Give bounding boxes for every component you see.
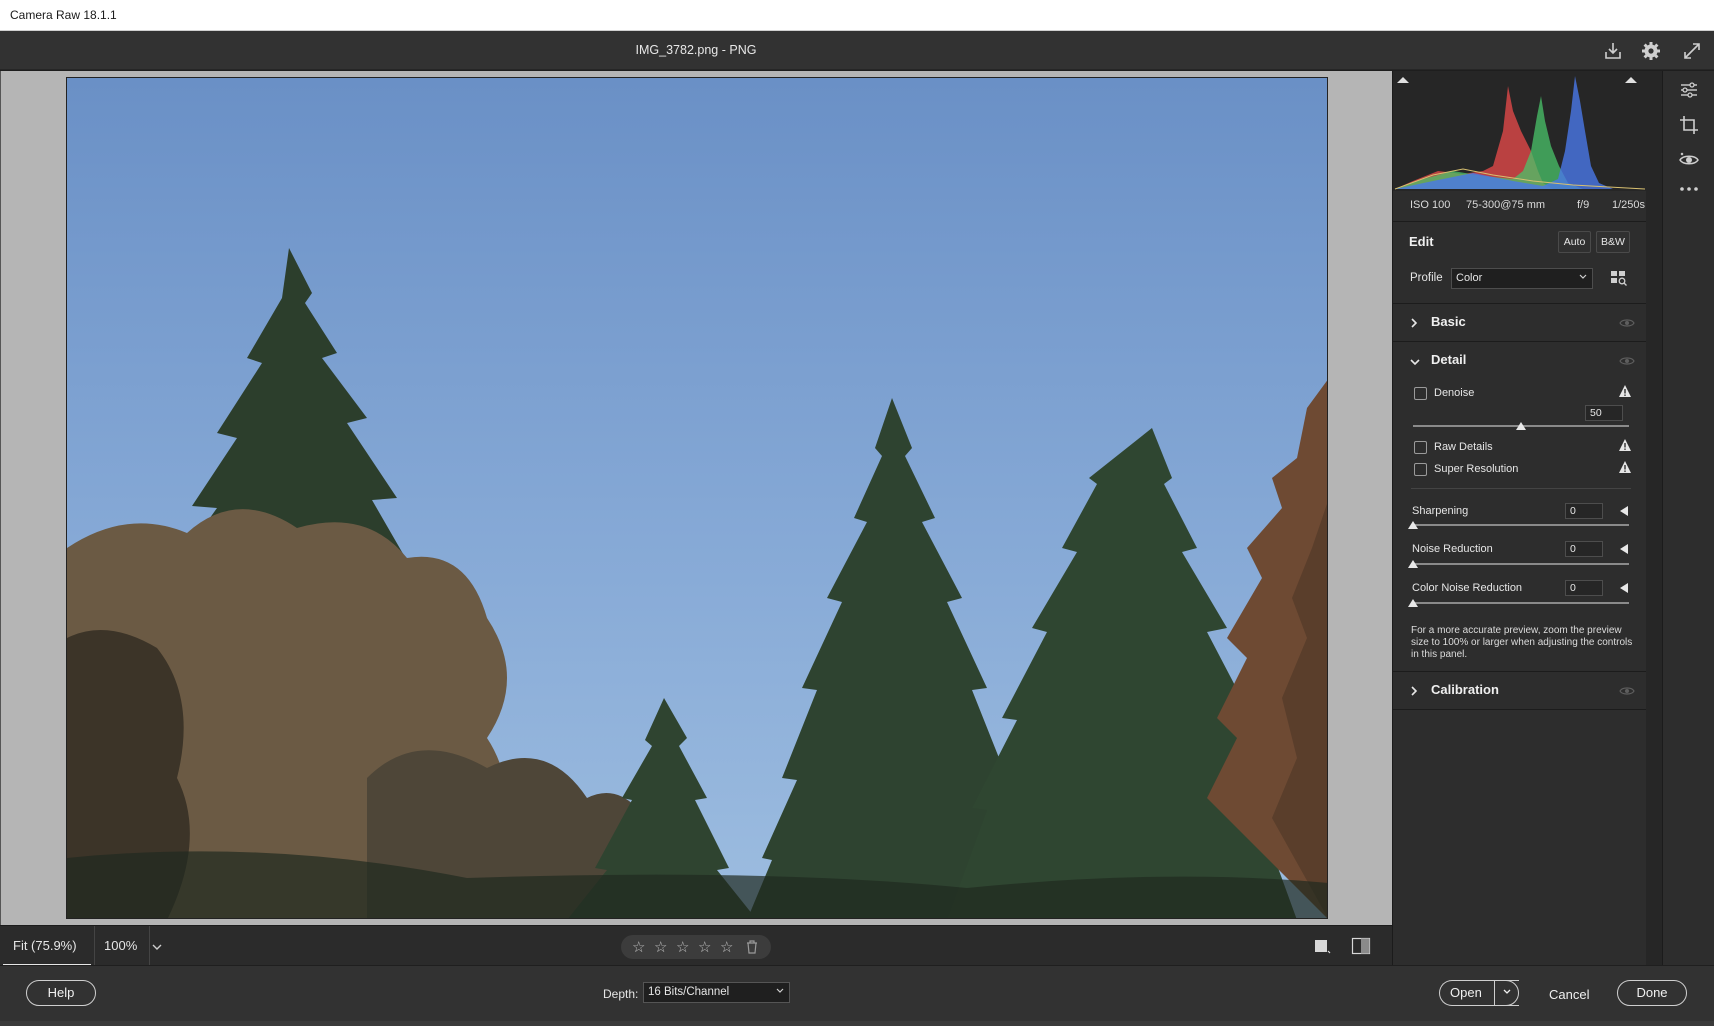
depth-label: Depth: (603, 987, 639, 1001)
window-title: Camera Raw 18.1.1 (10, 8, 117, 22)
camera-raw-window: Camera Raw 18.1.1 IMG_3782.png - PNG Fit… (0, 0, 1714, 1026)
star-3-icon[interactable]: ☆ (676, 938, 689, 956)
shutter-value: 1/250s (1612, 199, 1646, 211)
taskbar-strip (0, 1021, 1714, 1026)
more-icon[interactable] (1677, 177, 1701, 201)
save-image-icon[interactable] (1601, 39, 1625, 63)
edit-title: Edit (1409, 234, 1434, 249)
profile-browser-icon[interactable] (1610, 269, 1628, 287)
chevron-down-icon (1409, 354, 1421, 372)
bw-button[interactable]: B&W (1596, 231, 1630, 253)
chevron-down-icon (1503, 989, 1510, 994)
chevron-down-icon (775, 986, 785, 999)
star-5-icon[interactable]: ☆ (720, 938, 733, 956)
panel-scrollbar[interactable] (1646, 71, 1662, 965)
sharpening-value-input[interactable]: 0 (1565, 503, 1603, 519)
fullscreen-icon[interactable] (1680, 39, 1704, 63)
cancel-button[interactable]: Cancel (1549, 987, 1589, 1002)
sharpening-reset-icon[interactable] (1620, 506, 1628, 516)
settings-gear-icon[interactable] (1639, 39, 1663, 63)
noise-reduction-label: Noise Reduction (1412, 543, 1493, 555)
cycle-view-icon[interactable] (1313, 937, 1331, 960)
view-toolbar: Fit (75.9%) 100% ☆ ☆ ☆ ☆ ☆ (0, 925, 1392, 966)
chevron-right-icon (1409, 684, 1419, 702)
aperture-value: f/9 (1577, 199, 1590, 211)
noise-reduction-value-input[interactable]: 0 (1565, 541, 1603, 557)
noise-reduction-reset-icon[interactable] (1620, 544, 1628, 554)
color-noise-reduction-label: Color Noise Reduction (1412, 582, 1523, 594)
depth-value: 16 Bits/Channel (648, 986, 730, 998)
star-rating: ☆ ☆ ☆ ☆ ☆ (621, 935, 771, 959)
super-resolution-label: Super Resolution (1434, 463, 1519, 475)
tool-strip (1662, 71, 1714, 965)
auto-button[interactable]: Auto (1558, 231, 1591, 253)
divider (1411, 488, 1631, 489)
denoise-checkbox[interactable] (1414, 387, 1427, 400)
edit-panel: ISO 100 75-300@75 mm f/9 1/250s Edit Aut… (1392, 71, 1647, 965)
star-1-icon[interactable]: ☆ (632, 938, 645, 956)
image-canvas (0, 71, 1392, 925)
sharpening-slider-track[interactable] (1413, 524, 1629, 526)
denoise-label: Denoise (1434, 387, 1475, 399)
color-noise-reduction-slider-thumb[interactable] (1408, 599, 1418, 607)
basic-panel-header[interactable]: Basic (1393, 304, 1647, 340)
divider (1393, 221, 1647, 222)
raw-details-checkbox[interactable] (1414, 441, 1427, 454)
warning-icon[interactable] (1618, 460, 1632, 479)
calibration-visibility-icon[interactable] (1619, 684, 1635, 702)
sharpening-label: Sharpening (1412, 505, 1469, 517)
delete-icon[interactable] (745, 939, 759, 959)
star-4-icon[interactable]: ☆ (698, 938, 711, 956)
crop-icon[interactable] (1677, 113, 1701, 137)
camera-info: ISO 100 75-300@75 mm f/9 1/250s (1393, 191, 1647, 219)
open-options-dropdown[interactable] (1494, 980, 1519, 1006)
noise-reduction-slider-thumb[interactable] (1408, 560, 1418, 568)
done-button[interactable]: Done (1617, 980, 1687, 1006)
photo-image (67, 78, 1327, 918)
detail-visibility-icon[interactable] (1619, 354, 1635, 372)
detail-panel-header[interactable]: Detail (1393, 342, 1647, 378)
footer-bar: Help Depth: 16 Bits/Channel Open Cancel … (0, 965, 1714, 1026)
chevron-right-icon (1409, 316, 1419, 334)
denoise-slider-thumb[interactable] (1516, 422, 1526, 430)
zoom-dropdown-icon[interactable] (151, 940, 165, 952)
profile-value: Color (1456, 272, 1483, 284)
profile-label: Profile (1410, 272, 1443, 284)
divider (1393, 709, 1647, 710)
warning-icon[interactable] (1618, 438, 1632, 457)
zoom-100-button[interactable]: 100% (94, 926, 150, 966)
histogram (1393, 71, 1647, 191)
edit-header: Edit Auto B&W (1393, 223, 1647, 263)
edit-sliders-icon[interactable] (1677, 78, 1701, 102)
raw-details-label: Raw Details (1434, 441, 1493, 453)
window-titlebar: Camera Raw 18.1.1 (0, 0, 1714, 31)
calibration-panel-header[interactable]: Calibration (1393, 672, 1647, 708)
star-2-icon[interactable]: ☆ (654, 938, 667, 956)
before-after-icon[interactable] (1351, 937, 1371, 960)
basic-panel-title: Basic (1431, 314, 1466, 329)
chevron-down-icon (1578, 272, 1588, 285)
document-header: IMG_3782.png - PNG (0, 31, 1714, 70)
zoom-fit-button[interactable]: Fit (75.9%) (3, 926, 91, 966)
noise-reduction-slider-track[interactable] (1413, 563, 1629, 565)
photo-preview[interactable] (66, 77, 1328, 919)
warning-icon[interactable] (1618, 384, 1632, 403)
lens-value: 75-300@75 mm (1466, 199, 1546, 211)
iso-value: ISO 100 (1410, 199, 1451, 211)
sharpening-slider-thumb[interactable] (1408, 521, 1418, 529)
red-eye-icon[interactable] (1677, 148, 1701, 172)
color-noise-reduction-slider-track[interactable] (1413, 602, 1629, 604)
help-button[interactable]: Help (26, 980, 96, 1006)
super-resolution-checkbox[interactable] (1414, 463, 1427, 476)
denoise-value-input[interactable]: 50 (1585, 405, 1623, 421)
color-noise-reduction-reset-icon[interactable] (1620, 583, 1628, 593)
color-noise-reduction-value-input[interactable]: 0 (1565, 580, 1603, 596)
detail-hint-text: For a more accurate preview, zoom the pr… (1411, 625, 1633, 660)
detail-panel-title: Detail (1431, 352, 1467, 367)
depth-dropdown[interactable]: 16 Bits/Channel (643, 982, 790, 1003)
profile-dropdown[interactable]: Color (1451, 268, 1593, 289)
calibration-panel-title: Calibration (1431, 682, 1499, 697)
document-name: IMG_3782.png - PNG (635, 43, 757, 57)
basic-visibility-icon[interactable] (1619, 316, 1635, 334)
